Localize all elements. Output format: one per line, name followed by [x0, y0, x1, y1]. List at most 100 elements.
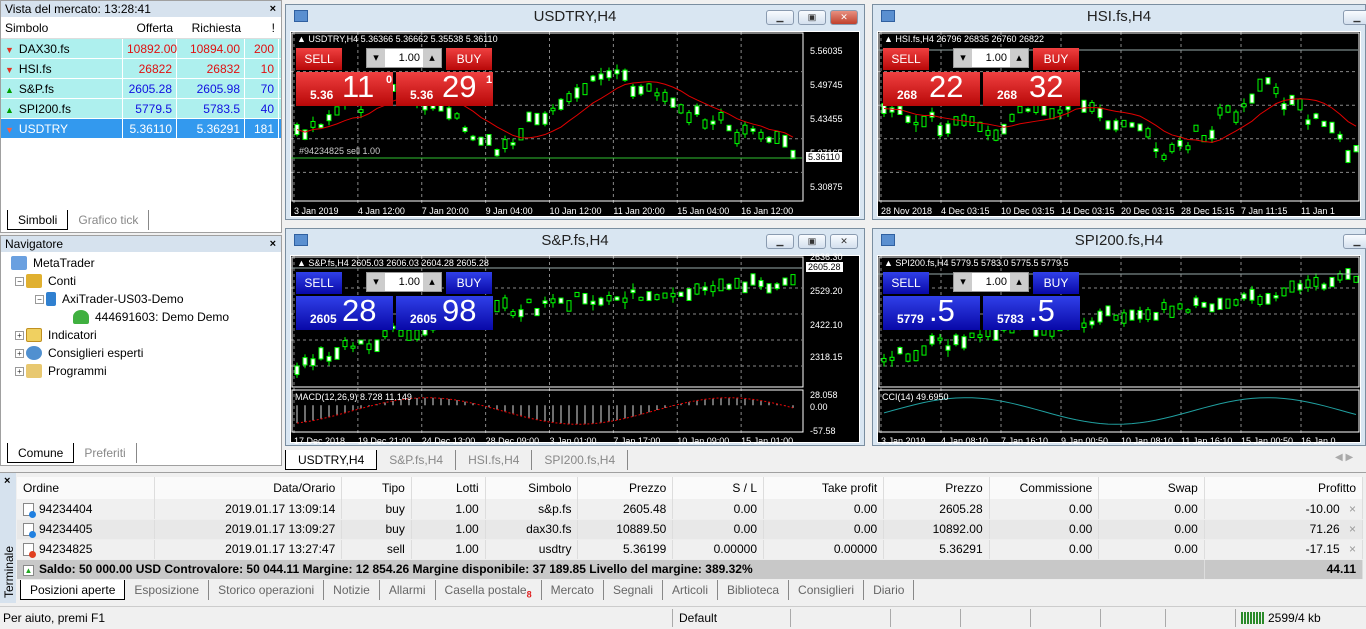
terminal-tab[interactable]: Consiglieri: [789, 580, 865, 600]
chart-info-line[interactable]: ▲ HSI.fs,H4 26796 26835 26760 26822: [884, 34, 1044, 44]
column-header[interactable]: Prezzo: [883, 477, 990, 499]
market-watch-row[interactable]: ▼ HSI.fs 26822 26832 10: [1, 59, 281, 79]
tree-item-scripts[interactable]: + Programmi: [11, 362, 281, 380]
order-label[interactable]: #94234825 sell 1.00: [299, 146, 380, 156]
col-spread[interactable]: !: [245, 17, 279, 38]
chart-info-line[interactable]: ▲ SPI200.fs,H4 5779.5 5783.0 5775.5 5779…: [884, 258, 1069, 268]
column-header[interactable]: Ordine: [17, 477, 155, 499]
collapse-icon[interactable]: −: [15, 276, 24, 286]
terminal-tab[interactable]: Esposizione: [125, 580, 210, 600]
close-icon[interactable]: ×: [270, 236, 276, 252]
expand-icon[interactable]: +: [15, 330, 24, 340]
close-icon[interactable]: ×: [270, 1, 276, 17]
lot-size-input[interactable]: 1.00: [972, 49, 1010, 67]
col-ask[interactable]: Richiesta: [177, 17, 245, 38]
chart-window-titlebar[interactable]: S&P.fs,H4 ▁ ▣ ✕: [286, 229, 864, 253]
close-button[interactable]: ✕: [830, 234, 858, 249]
lot-size-input[interactable]: 1.00: [972, 273, 1010, 291]
minimize-button[interactable]: ▁: [766, 234, 794, 249]
chart-plot[interactable]: 28 Nov 2018 4 Dec 03:15 10 Dec 03:15 14 Dec…: [877, 31, 1361, 217]
position-row[interactable]: 94234404 2019.01.17 13:09:14 buy 1.00 s&p.fs…: [17, 499, 1364, 520]
lot-size-stepper[interactable]: ▾ 1.00 ▴: [953, 272, 1029, 292]
terminal-tab[interactable]: Mercato: [542, 580, 604, 600]
chart-plot[interactable]: 3 Jan 2019 4 Jan 12:00 7 Jan 20:00 9 Jan 04…: [290, 31, 860, 217]
tab-tick-chart[interactable]: Grafico tick: [68, 210, 150, 230]
maximize-button[interactable]: ▣: [798, 10, 826, 25]
bid-price-display[interactable]: 268 22: [883, 69, 980, 106]
close-position-icon[interactable]: ×: [1349, 522, 1356, 536]
bid-price-display[interactable]: 5779 .5: [883, 293, 980, 330]
collapse-icon[interactable]: −: [35, 294, 44, 304]
maximize-button[interactable]: ▣: [798, 234, 826, 249]
decrease-lots-icon[interactable]: ▾: [954, 49, 972, 67]
increase-lots-icon[interactable]: ▴: [423, 273, 441, 291]
chart-tab-spi200[interactable]: SPI200.fs,H4: [532, 450, 629, 470]
terminal-tab[interactable]: Notizie: [324, 580, 380, 600]
increase-lots-icon[interactable]: ▴: [1010, 273, 1028, 291]
column-header[interactable]: Commissione: [989, 477, 1100, 499]
terminal-tab[interactable]: Articoli: [663, 580, 719, 600]
tree-item-experts[interactable]: + Consiglieri esperti: [11, 344, 281, 362]
minimize-button[interactable]: ▁: [1343, 10, 1366, 25]
minimize-button[interactable]: ▁: [1343, 234, 1366, 249]
ask-price-display[interactable]: 2605 98: [396, 293, 493, 330]
minimize-button[interactable]: ▁: [766, 10, 794, 25]
chart-plot[interactable]: 17 Dec 2018 19 Dec 21:00 24 Dec 13:00 28 De…: [290, 252, 860, 446]
terminal-tab[interactable]: Storico operazioni: [209, 580, 325, 600]
lot-size-input[interactable]: 1.00: [385, 273, 423, 291]
ask-price-display[interactable]: 5.36 29 1: [396, 69, 493, 106]
terminal-tab[interactable]: Casella postale8: [436, 580, 542, 600]
position-row[interactable]: 94234405 2019.01.17 13:09:27 buy 1.00 dax30.…: [17, 519, 1364, 540]
sell-button[interactable]: SELL: [296, 272, 342, 294]
terminal-tab[interactable]: Diario: [864, 580, 915, 600]
close-position-icon[interactable]: ×: [1349, 542, 1356, 556]
tab-common[interactable]: Comune: [7, 443, 75, 463]
tree-item-indicators[interactable]: + Indicatori: [11, 326, 281, 344]
increase-lots-icon[interactable]: ▴: [1010, 49, 1028, 67]
chart-window-titlebar[interactable]: USDTRY,H4 ▁ ▣ ✕: [286, 5, 864, 29]
ask-price-display[interactable]: 268 32: [983, 69, 1080, 106]
buy-button[interactable]: BUY: [446, 272, 492, 294]
terminal-tab[interactable]: Allarmi: [380, 580, 436, 600]
close-position-icon[interactable]: ×: [1349, 502, 1356, 516]
expand-icon[interactable]: +: [15, 366, 24, 376]
bid-price-display[interactable]: 5.36 11 0: [296, 69, 393, 106]
decrease-lots-icon[interactable]: ▾: [367, 273, 385, 291]
column-header[interactable]: S / L: [672, 477, 765, 499]
chart-window[interactable]: SPI200.fs,H4 ▁▣✕ 3 Jan 2019 4 Jan 08:10 7 J…: [872, 228, 1366, 446]
sell-button[interactable]: SELL: [883, 272, 929, 294]
chart-window[interactable]: USDTRY,H4 ▁ ▣ ✕ 3 Jan 2019 4 Jan 12:00 7 Jan …: [285, 4, 865, 220]
col-bid[interactable]: Offerta: [123, 17, 177, 38]
column-header[interactable]: Simbolo: [485, 477, 579, 499]
ask-price-display[interactable]: 5783 .5: [983, 293, 1080, 330]
tree-item-metatrader[interactable]: MetaTrader: [11, 254, 281, 272]
chart-plot[interactable]: 3 Jan 2019 4 Jan 08:10 7 Jan 16:10 9 Jan 00…: [877, 255, 1361, 446]
terminal-tab[interactable]: Biblioteca: [718, 580, 790, 600]
chart-tab-usdtry[interactable]: USDTRY,H4: [285, 450, 378, 470]
column-header[interactable]: Profitto: [1204, 477, 1364, 499]
lot-size-stepper[interactable]: ▾ 1.00 ▴: [366, 48, 442, 68]
decrease-lots-icon[interactable]: ▾: [954, 273, 972, 291]
column-header[interactable]: Prezzo: [577, 477, 674, 499]
position-row[interactable]: 94234825 2019.01.17 13:27:47 sell 1.00 usdtr…: [17, 539, 1364, 560]
increase-lots-icon[interactable]: ▴: [423, 49, 441, 67]
tab-symbols[interactable]: Simboli: [7, 210, 69, 230]
buy-button[interactable]: BUY: [1033, 48, 1079, 70]
tree-item-account[interactable]: 444691603: Demo Demo: [11, 308, 281, 326]
status-profile[interactable]: Default: [679, 607, 717, 629]
sell-button[interactable]: SELL: [296, 48, 342, 70]
chart-window[interactable]: HSI.fs,H4 ▁▣✕ 28 Nov 2018 4 Dec 03:15 10 De…: [872, 4, 1366, 220]
column-header[interactable]: Take profit: [763, 477, 885, 499]
terminal-tab[interactable]: Posizioni aperte: [20, 580, 126, 600]
market-watch-row[interactable]: ▲ SPI200.fs 5779.5 5783.5 40: [1, 99, 281, 119]
buy-button[interactable]: BUY: [1033, 272, 1079, 294]
chart-tab-sp[interactable]: S&P.fs,H4: [377, 450, 457, 470]
column-header[interactable]: Lotti: [411, 477, 486, 499]
lot-size-stepper[interactable]: ▾ 1.00 ▴: [366, 272, 442, 292]
close-icon[interactable]: ×: [4, 475, 10, 487]
chart-window[interactable]: S&P.fs,H4 ▁ ▣ ✕ 17 Dec 2018 19 Dec 21:00 24 D…: [285, 228, 865, 446]
tree-item-server[interactable]: − AxiTrader-US03-Demo: [11, 290, 281, 308]
bid-price-display[interactable]: 2605 28: [296, 293, 393, 330]
chart-window-titlebar[interactable]: HSI.fs,H4 ▁▣✕: [873, 5, 1366, 29]
column-header[interactable]: Data/Orario: [154, 477, 343, 499]
